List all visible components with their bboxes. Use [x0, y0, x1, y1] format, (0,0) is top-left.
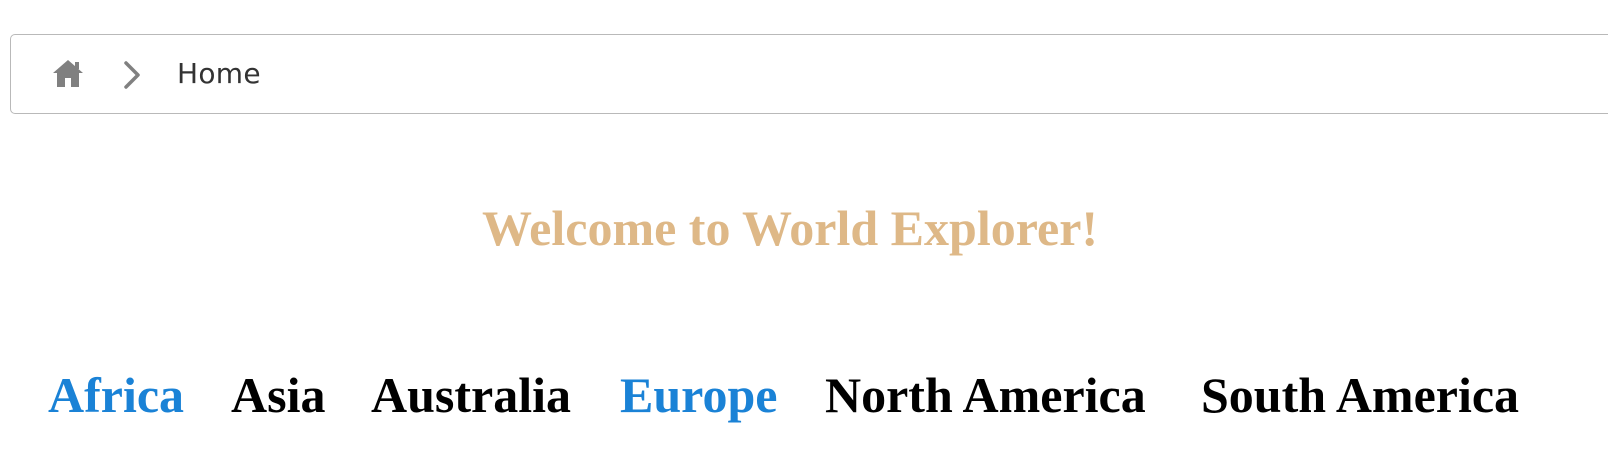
- continent-link-europe[interactable]: Europe: [620, 362, 777, 428]
- continent-link-australia[interactable]: Australia: [371, 362, 571, 428]
- continent-link-south-america[interactable]: South America: [1201, 362, 1519, 428]
- page-title: Welcome to World Explorer!: [481, 200, 1099, 256]
- continent-link-africa[interactable]: Africa: [48, 362, 184, 428]
- continent-link-north-america[interactable]: North America: [825, 362, 1146, 428]
- chevron-right-icon: [121, 60, 145, 90]
- home-icon[interactable]: [51, 57, 85, 89]
- breadcrumb-current-label: Home: [177, 57, 261, 90]
- breadcrumb: Home: [10, 34, 1608, 114]
- continent-link-asia[interactable]: Asia: [231, 362, 325, 428]
- continent-nav: Africa Asia Australia Europe North Ameri…: [0, 362, 1608, 432]
